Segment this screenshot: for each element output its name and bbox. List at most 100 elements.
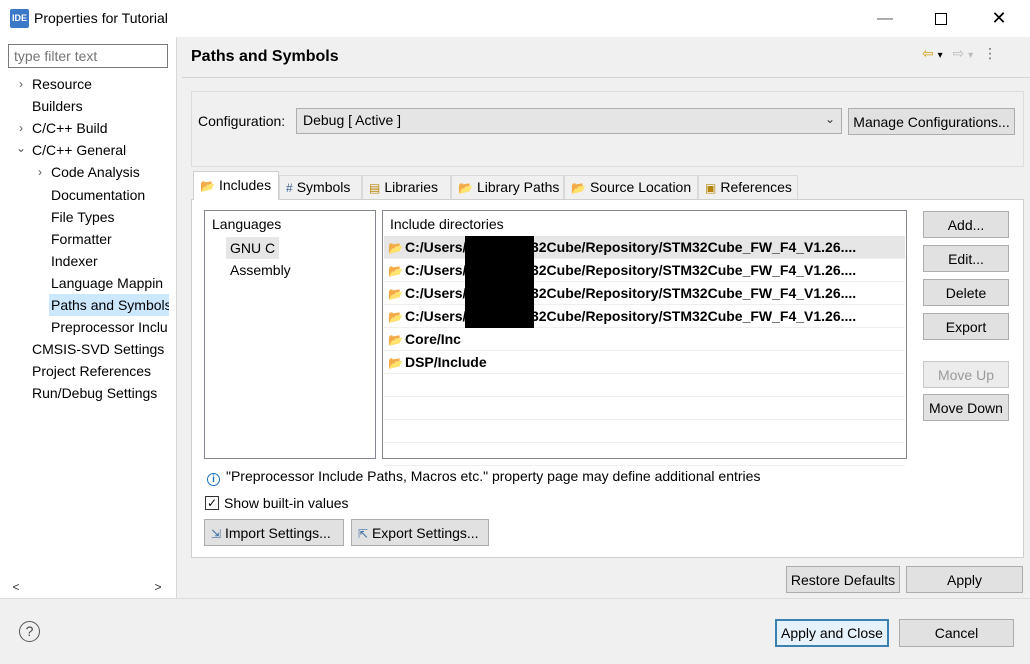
show-builtin-checkbox[interactable]: ✓ (205, 496, 219, 510)
import-settings-label: Import Settings... (224, 524, 331, 541)
include-row[interactable]: 📂 C:/Users/ /STM32Cube/Repository/STM32Cu… (384, 282, 905, 305)
include-row[interactable]: 📂 C:/Users/ /STM32Cube/Repository/STM32Cu… (384, 236, 905, 259)
tab-references[interactable]: ▣ References (698, 175, 798, 199)
minimize-icon: — (877, 9, 893, 27)
apply-and-close-button[interactable]: Apply and Close (775, 619, 889, 647)
tab-includes[interactable]: 📂 Includes (193, 171, 279, 200)
sidebar-item-label: File Types (51, 208, 115, 225)
sidebar-item[interactable]: Formatter (49, 228, 169, 250)
sidebar-item[interactable]: Code Analysis (49, 161, 169, 183)
folder-icon: 📂 (388, 287, 403, 301)
minimize-button[interactable]: — (862, 0, 908, 37)
sidebar-item-label: Run/Debug Settings (32, 385, 158, 402)
move-down-button[interactable]: Move Down (923, 394, 1009, 421)
chevron-down-icon[interactable]: ⌄ (14, 137, 28, 159)
export-button[interactable]: Export (923, 313, 1009, 340)
info-icon: i (207, 473, 220, 486)
include-row[interactable]: 📂 C:/Users/ /STM32Cube/Repository/STM32Cu… (384, 305, 905, 328)
include-row[interactable]: 📂 C:/Users/ /STM32Cube/Repository/STM32Cu… (384, 259, 905, 282)
sidebar-item[interactable]: CMSIS-SVD Settings (30, 338, 169, 360)
tab-symbols[interactable]: # Symbols (279, 175, 362, 199)
tab-label: Libraries (384, 179, 439, 195)
import-icon: ⇲ (211, 526, 222, 541)
sidebar-item-label: Resource (32, 76, 92, 92)
sidebar-item[interactable]: C/C++ Build (30, 117, 169, 139)
cancel-button[interactable]: Cancel (899, 619, 1014, 647)
scroll-right-icon[interactable]: > (150, 578, 166, 596)
tab-label: References (720, 179, 792, 195)
sidebar-item-label: CMSIS-SVD Settings (32, 341, 165, 358)
info-message: i "Preprocessor Include Paths, Macros etc… (207, 468, 760, 486)
empty-row (384, 420, 905, 443)
sidebar-item[interactable]: Language Mappin (49, 272, 169, 294)
language-item-assembly[interactable]: Assembly (226, 259, 295, 281)
configuration-label: Configuration: (198, 113, 286, 129)
tab-label: Library Paths (476, 179, 560, 195)
window-title: Properties for Tutorial (34, 10, 168, 26)
back-arrow-icon[interactable]: ⇦ (922, 45, 934, 61)
configuration-select[interactable]: Debug [ Active ] ⌄ (296, 108, 842, 134)
tab-library-paths[interactable]: 📂 Library Paths (451, 175, 564, 199)
chevron-right-icon[interactable]: › (14, 117, 28, 139)
languages-header: Languages (212, 216, 282, 232)
export-settings-button[interactable]: ⇱ Export Settings... (351, 519, 489, 546)
maximize-button[interactable] (918, 0, 964, 37)
import-settings-button[interactable]: ⇲ Import Settings... (204, 519, 344, 546)
maximize-icon (935, 12, 947, 25)
forward-arrow-icon[interactable]: ⇨ (953, 45, 965, 61)
tab-icon: ▤ (369, 181, 381, 195)
tab-libraries[interactable]: ▤ Libraries (362, 175, 451, 199)
sidebar-hscrollbar[interactable]: < > (8, 578, 168, 596)
sidebar-item[interactable]: Project References (30, 360, 169, 382)
sidebar-item[interactable]: Documentation (49, 184, 169, 206)
empty-row (384, 397, 905, 420)
page-nav: ⇦ ▾ ⇨ ▾ ⋮ (922, 45, 997, 62)
sidebar-item[interactable]: Resource (30, 73, 169, 95)
include-row[interactable]: 📂 DSP/Include (384, 351, 905, 374)
sidebar-item[interactable]: File Types (49, 206, 169, 228)
language-item-gnu-c[interactable]: GNU C (226, 237, 280, 259)
sidebar-item[interactable]: Builders (30, 95, 169, 117)
edit-button[interactable]: Edit... (923, 245, 1009, 272)
close-button[interactable]: ✕ (976, 0, 1022, 37)
apply-button[interactable]: Apply (906, 566, 1023, 593)
sidebar-item[interactable]: Indexer (49, 250, 169, 272)
empty-row (384, 443, 905, 466)
scroll-left-icon[interactable]: < (8, 578, 24, 596)
move-up-button[interactable]: Move Up (923, 361, 1009, 388)
tab-label: Includes (218, 177, 272, 193)
tab-source-location[interactable]: 📂 Source Location (564, 175, 698, 199)
filter-input[interactable] (8, 44, 168, 68)
folder-icon: 📂 (388, 333, 403, 347)
sidebar-item[interactable]: Run/Debug Settings (30, 382, 169, 404)
chevron-down-icon: ⌄ (824, 112, 835, 126)
folder-icon: 📂 (388, 310, 403, 324)
show-builtin-label[interactable]: Show built-in values (224, 495, 349, 511)
forward-dropdown-icon[interactable]: ▾ (968, 50, 973, 61)
include-path: DSP/Include (404, 354, 487, 370)
back-dropdown-icon[interactable]: ▾ (938, 50, 943, 61)
restore-defaults-button[interactable]: Restore Defaults (786, 566, 900, 593)
manage-configurations-button[interactable]: Manage Configurations... (848, 108, 1015, 135)
footer-divider (0, 598, 1030, 599)
sidebar-item-label: Project References (32, 363, 152, 380)
configuration-value: Debug [ Active ] (303, 112, 402, 128)
sidebar-item[interactable]: Paths and Symbols (49, 294, 169, 316)
export-settings-label: Export Settings... (371, 524, 479, 541)
view-menu-icon[interactable]: ⋮ (983, 45, 997, 61)
sidebar-item[interactable]: C/C++ General (30, 139, 169, 161)
include-row[interactable]: 📂 Core/Inc (384, 328, 905, 351)
chevron-right-icon[interactable]: › (14, 73, 28, 95)
empty-row (384, 374, 905, 397)
tab-icon: ▣ (705, 181, 717, 195)
info-text: "Preprocessor Include Paths, Macros etc.… (226, 468, 761, 484)
sidebar-item[interactable]: Preprocessor Inclu (49, 316, 169, 338)
sidebar-item-label: Code Analysis (51, 164, 140, 181)
delete-button[interactable]: Delete (923, 279, 1009, 306)
help-icon[interactable]: ? (19, 621, 40, 642)
export-icon: ⇱ (358, 526, 369, 541)
chevron-right-icon[interactable]: › (33, 161, 47, 183)
add-button[interactable]: Add... (923, 211, 1009, 238)
sidebar-item-label: Preprocessor Inclu (51, 319, 168, 336)
sidebar-item-label: C/C++ General (32, 142, 127, 159)
